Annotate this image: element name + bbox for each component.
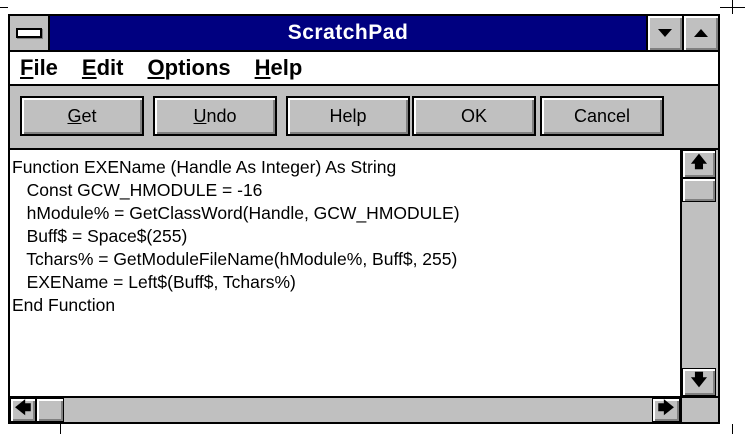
code-line: EXEName = Left$(Buff$, Tchars%) [12,272,296,292]
minimize-button[interactable] [646,16,682,50]
desktop-frame-line [0,7,8,8]
menu-file[interactable]: File [20,55,58,81]
maximize-arrow-icon [694,29,708,37]
code-line: Buff$ = Space$(255) [12,226,188,246]
code-line: Function EXEName (Handle As Integer) As … [12,157,397,177]
cancel-button[interactable]: Cancel [540,96,664,136]
down-arrow-icon: 🡇 [690,371,708,389]
scroll-down-button[interactable]: 🡇 [682,368,716,396]
left-arrow-icon: 🡄 [14,399,32,417]
code-line: Tchars% = GetModuleFileName(hModule%, Bu… [12,249,458,269]
menu-edit[interactable]: Edit [82,55,124,81]
code-line: Const GCW_HMODULE = -16 [12,180,263,200]
horizontal-scrollbar[interactable]: 🡄 🡆 [10,396,682,422]
horizontal-scroll-thumb[interactable] [36,398,64,422]
vertical-scroll-thumb[interactable] [682,178,716,202]
ok-button[interactable]: OK [412,96,536,136]
desktop-frame-line [732,0,733,14]
desktop-frame-line [60,424,61,434]
scroll-left-button[interactable]: 🡄 [10,398,36,422]
window-title: ScratchPad [287,21,409,44]
menu-options[interactable]: Options [148,55,231,81]
title-bar[interactable]: ScratchPad [10,16,718,52]
menu-help[interactable]: Help [255,55,303,81]
code-line: hModule% = GetClassWord(Handle, GCW_HMOD… [12,203,460,223]
button-toolbar: Get Undo Help OK Cancel [10,86,718,150]
code-line: End Function [12,295,116,315]
system-menu-icon[interactable] [10,16,50,50]
menu-bar: File Edit Options Help [10,52,718,86]
scratchpad-window: ScratchPad File Edit Options Help Get Un… [8,14,720,424]
scroll-up-button[interactable]: 🡅 [682,150,716,178]
vertical-scrollbar[interactable]: 🡅 🡇 [682,150,718,396]
minimize-arrow-icon [658,29,672,37]
scroll-right-button[interactable]: 🡆 [652,398,680,422]
help-button[interactable]: Help [286,96,410,136]
up-arrow-icon: 🡅 [690,153,708,171]
get-button[interactable]: Get [20,96,144,136]
maximize-button[interactable] [682,16,718,50]
code-editor[interactable]: Function EXEName (Handle As Integer) As … [10,150,682,396]
scrollbar-corner [682,396,718,422]
undo-button[interactable]: Undo [153,96,277,136]
right-arrow-icon: 🡆 [657,399,675,417]
desktop-frame-line [732,424,733,434]
